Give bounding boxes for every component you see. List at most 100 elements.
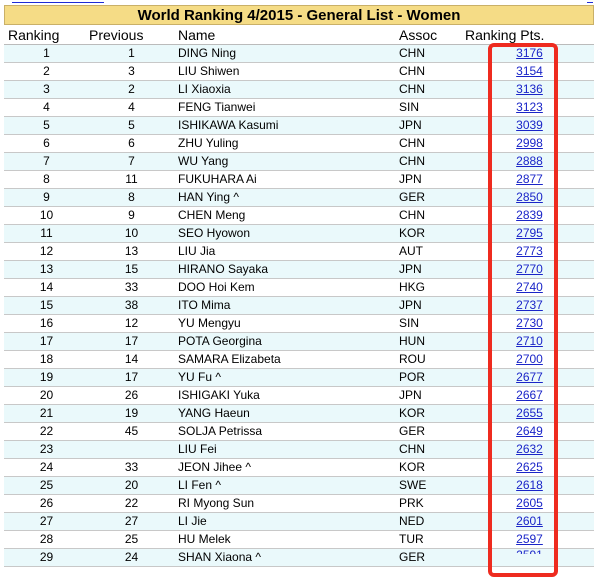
table-row: 11 10 SEO Hyowon KOR 2795 [4, 224, 594, 243]
ranking-points-link[interactable]: 2597 [516, 532, 543, 546]
rank-cell: 9 [4, 188, 85, 207]
ranking-points-link[interactable]: 2618 [516, 478, 543, 492]
assoc-cell: SIN [395, 314, 461, 333]
rank-cell: 20 [4, 386, 85, 405]
rank-cell: 10 [4, 206, 85, 225]
table-row: 24 33 JEON Jihee ^ KOR 2625 [4, 458, 594, 477]
previous-cell: 17 [85, 368, 174, 387]
ranking-points-link[interactable]: 2710 [516, 334, 543, 348]
name-cell: WU Yang [174, 152, 395, 171]
ranking-points-link[interactable]: 2667 [516, 388, 543, 402]
points-cell: 2770 [461, 260, 594, 279]
table-row: 28 25 HU Melek TUR 2597 [4, 530, 594, 549]
table-row: 19 17 YU Fu ^ POR 2677 [4, 368, 594, 387]
previous-cell: 7 [85, 152, 174, 171]
table-row: 25 20 LI Fen ^ SWE 2618 [4, 476, 594, 495]
assoc-cell: POR [395, 368, 461, 387]
ranking-points-link[interactable]: 2591 [516, 549, 543, 564]
assoc-cell: ROU [395, 350, 461, 369]
previous-cell: 19 [85, 404, 174, 423]
table-row: 26 22 RI Myong Sun PRK 2605 [4, 494, 594, 513]
ranking-points-link[interactable]: 2877 [516, 172, 543, 186]
points-cell: 2618 [461, 476, 594, 495]
name-cell: SAMARA Elizabeta [174, 350, 395, 369]
rank-cell: 27 [4, 512, 85, 531]
previous-cell: 26 [85, 386, 174, 405]
name-cell: RI Myong Sun [174, 494, 395, 513]
name-cell: HIRANO Sayaka [174, 260, 395, 279]
assoc-cell: GER [395, 548, 461, 567]
assoc-cell: KOR [395, 404, 461, 423]
rank-cell: 13 [4, 260, 85, 279]
column-header-previous: Previous [85, 26, 174, 45]
name-cell: LIU Shiwen [174, 62, 395, 81]
name-cell: YANG Haeun [174, 404, 395, 423]
table-row: 14 33 DOO Hoi Kem HKG 2740 [4, 278, 594, 297]
points-cell: 2730 [461, 314, 594, 333]
ranking-points-link[interactable]: 2730 [516, 316, 543, 330]
previous-cell: 15 [85, 260, 174, 279]
name-cell: FUKUHARA Ai [174, 170, 395, 189]
ranking-points-link[interactable]: 2888 [516, 154, 543, 168]
name-cell: YU Fu ^ [174, 368, 395, 387]
ranking-points-link[interactable]: 2655 [516, 406, 543, 420]
rank-cell: 1 [4, 44, 85, 63]
ranking-points-link[interactable]: 2632 [516, 442, 543, 456]
ranking-points-link[interactable]: 2649 [516, 424, 543, 438]
ranking-points-link[interactable]: 2677 [516, 370, 543, 384]
ranking-points-link[interactable]: 2601 [516, 514, 543, 528]
ranking-points-link[interactable]: 3154 [516, 64, 543, 78]
previous-cell: 45 [85, 422, 174, 441]
column-header-ranking: Ranking [4, 26, 85, 45]
ranking-points-link[interactable]: 2795 [516, 226, 543, 240]
ranking-points-link[interactable]: 2850 [516, 190, 543, 204]
name-cell: DOO Hoi Kem [174, 278, 395, 297]
assoc-cell: CHN [395, 62, 461, 81]
top-link-fragment-right[interactable] [587, 0, 593, 3]
ranking-points-link[interactable]: 2773 [516, 244, 543, 258]
ranking-points-link[interactable]: 2737 [516, 298, 543, 312]
top-link-fragment[interactable] [12, 0, 104, 3]
rank-cell: 24 [4, 458, 85, 477]
assoc-cell: KOR [395, 458, 461, 477]
points-cell: 2591 [461, 548, 594, 567]
ranking-points-link[interactable]: 2700 [516, 352, 543, 366]
assoc-cell: JPN [395, 260, 461, 279]
ranking-points-link[interactable]: 3176 [516, 46, 543, 60]
previous-cell: 33 [85, 278, 174, 297]
points-cell: 2632 [461, 440, 594, 459]
assoc-cell: NED [395, 512, 461, 531]
name-cell: LIU Fei [174, 440, 395, 459]
ranking-points-link[interactable]: 2605 [516, 496, 543, 510]
rank-cell: 4 [4, 98, 85, 117]
points-cell: 3136 [461, 80, 594, 99]
previous-cell: 10 [85, 224, 174, 243]
points-cell: 2625 [461, 458, 594, 477]
ranking-points-link[interactable]: 2839 [516, 208, 543, 222]
points-cell: 2710 [461, 332, 594, 351]
assoc-cell: CHN [395, 134, 461, 153]
ranking-points-link[interactable]: 2740 [516, 280, 543, 294]
name-cell: JEON Jihee ^ [174, 458, 395, 477]
previous-cell: 25 [85, 530, 174, 549]
previous-cell: 17 [85, 332, 174, 351]
points-cell: 2740 [461, 278, 594, 297]
ranking-points-link[interactable]: 3136 [516, 82, 543, 96]
ranking-points-link[interactable]: 2770 [516, 262, 543, 276]
previous-cell: 4 [85, 98, 174, 117]
rank-cell: 17 [4, 332, 85, 351]
previous-cell: 38 [85, 296, 174, 315]
ranking-points-link[interactable]: 3039 [516, 118, 543, 132]
table-row: 18 14 SAMARA Elizabeta ROU 2700 [4, 350, 594, 369]
previous-cell: 3 [85, 62, 174, 81]
name-cell: HAN Ying ^ [174, 188, 395, 207]
rank-cell: 22 [4, 422, 85, 441]
table-header-row: Ranking Previous Name Assoc Ranking Pts. [4, 26, 594, 45]
table-row: 27 27 LI Jie NED 2601 [4, 512, 594, 531]
points-cell: 2850 [461, 188, 594, 207]
ranking-points-link[interactable]: 3123 [516, 100, 543, 114]
table-row: 2 3 LIU Shiwen CHN 3154 [4, 62, 594, 81]
table-row: 5 5 ISHIKAWA Kasumi JPN 3039 [4, 116, 594, 135]
ranking-points-link[interactable]: 2625 [516, 460, 543, 474]
ranking-points-link[interactable]: 2998 [516, 136, 543, 150]
